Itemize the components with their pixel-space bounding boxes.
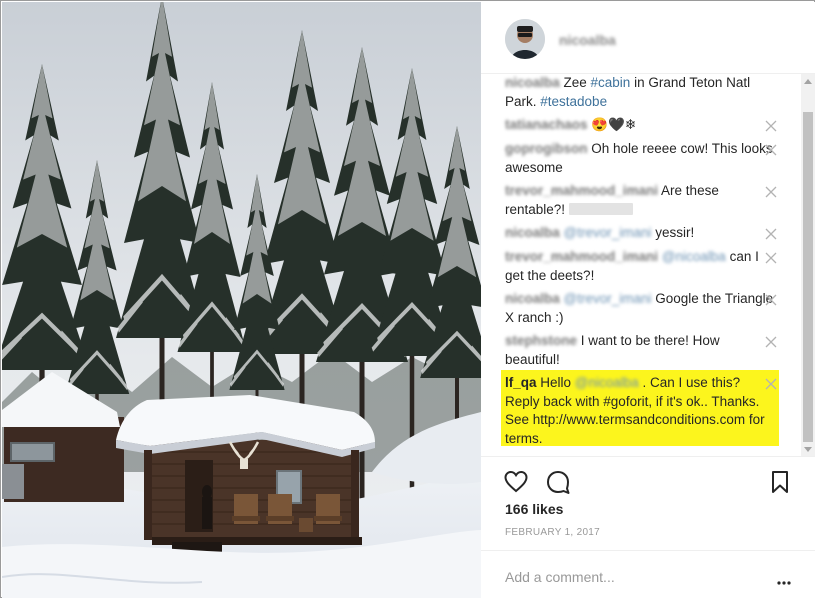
add-comment-input[interactable] <box>505 566 765 588</box>
delete-comment-icon[interactable] <box>765 378 777 390</box>
comment-text: yessir! <box>651 225 695 240</box>
avatar-photo <box>505 19 545 59</box>
comment-item: nicoalba @trevor_imani Google the Triang… <box>505 290 777 327</box>
avatar[interactable] <box>505 19 545 59</box>
hashtag-link[interactable]: #testadobe <box>540 94 607 109</box>
hashtag-link[interactable]: #cabin <box>591 75 631 90</box>
more-dots-icon[interactable] <box>777 573 791 585</box>
mention-link[interactable]: @trevor_imani <box>564 225 652 240</box>
scroll-down-arrow-icon[interactable] <box>801 441 815 457</box>
comment-item: trevor_mahmood_imani @nicoalba can I get… <box>505 248 777 285</box>
post-side-panel: nicoalba nicoalba Zee #cabin in Grand Te… <box>481 2 815 598</box>
comment-username[interactable]: trevor_mahmood_imani <box>505 183 658 198</box>
comment-text: 😍🖤❄ <box>587 117 637 132</box>
redacted-text <box>568 202 633 215</box>
delete-comment-icon[interactable] <box>765 228 777 240</box>
mention-link[interactable]: @nicoalba <box>662 249 726 264</box>
comment-item: goprogibson Oh hole reeee cow! This look… <box>505 140 777 177</box>
comment-item: stephstone I want to be there! How beaut… <box>505 332 777 369</box>
main-cabin <box>116 395 375 552</box>
delete-comment-icon[interactable] <box>765 294 777 306</box>
comment-text: Zee <box>559 75 591 90</box>
post-dialog: nicoalba nicoalba Zee #cabin in Grand Te… <box>0 0 815 598</box>
photo-snowy-cabin-scene <box>2 2 481 598</box>
delete-comment-icon[interactable] <box>765 120 777 132</box>
post-username[interactable]: nicoalba <box>559 32 616 48</box>
heart-outline-icon[interactable] <box>503 469 529 495</box>
comment-item: nicoalba @trevor_imani yessir! <box>505 224 777 243</box>
post-header: nicoalba <box>481 2 815 74</box>
comment-username[interactable]: nicoalba <box>505 225 560 240</box>
mention-link[interactable]: @trevor_imani <box>564 291 652 306</box>
scroll-up-arrow-icon[interactable] <box>801 74 815 90</box>
comment-username[interactable]: nicoalba <box>505 291 560 306</box>
delete-comment-icon[interactable] <box>765 252 777 264</box>
speech-bubble-icon[interactable] <box>545 469 571 495</box>
comment-text <box>560 225 564 240</box>
bookmark-icon[interactable] <box>767 469 793 495</box>
comment-username[interactable]: tatianachaos <box>505 117 588 132</box>
comments-list: nicoalba Zee #cabin in Grand Teton Natl … <box>481 74 801 454</box>
comment-caption: nicoalba Zee #cabin in Grand Teton Natl … <box>505 74 777 111</box>
comment-username[interactable]: trevor_mahmood_imani <box>505 249 658 264</box>
comment-username[interactable]: nicoalba <box>505 75 560 90</box>
comment-username[interactable]: stephstone <box>505 333 577 348</box>
post-date[interactable]: FEBRUARY 1, 2017 <box>505 527 600 538</box>
comment-username[interactable]: goprogibson <box>505 141 587 156</box>
delete-comment-icon[interactable] <box>765 336 777 348</box>
comment-text <box>560 291 564 306</box>
comment-item: trevor_mahmood_imani Are these rentable?… <box>505 182 777 219</box>
add-comment-bar <box>481 550 815 598</box>
delete-comment-icon[interactable] <box>765 186 777 198</box>
likes-count[interactable]: 166 likes <box>505 501 563 517</box>
highlighted-comment: lf_qa Hello @nicoalba . Can I use this? … <box>505 374 777 448</box>
mention-link[interactable]: @nicoalba <box>575 375 639 390</box>
post-actions-bar <box>481 456 815 506</box>
delete-comment-icon[interactable] <box>765 144 777 156</box>
scrollbar-thumb[interactable] <box>803 112 813 442</box>
post-photo[interactable] <box>2 2 481 598</box>
comments-scrollbar[interactable] <box>801 74 815 457</box>
comment-username[interactable]: lf_qa <box>505 375 537 390</box>
comment-text: Hello <box>536 375 575 390</box>
comment-item: tatianachaos 😍🖤❄ <box>505 116 777 135</box>
